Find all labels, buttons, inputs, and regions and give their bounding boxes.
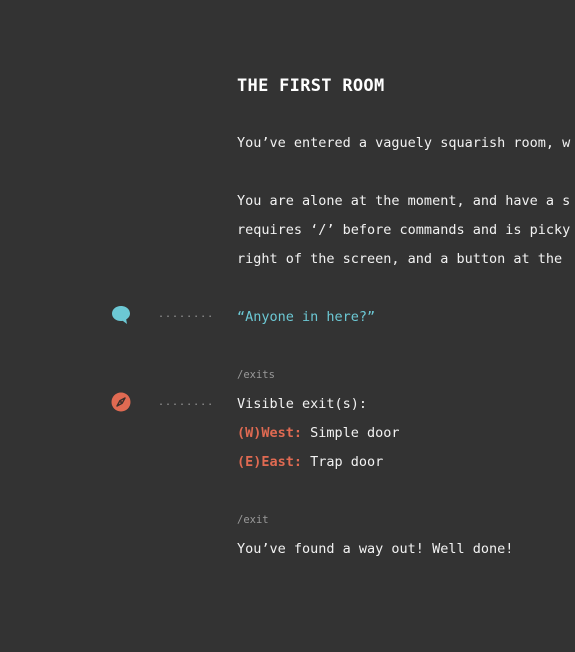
exit-item-east: (E)East: Trap door (237, 453, 383, 471)
room-description-line: right of the screen, and a button at the (237, 251, 563, 267)
room-title: THE FIRST ROOM (237, 76, 385, 96)
room-description-line: You’ve entered a vaguely squarish room, … (237, 135, 571, 151)
exit-description: Trap door (302, 454, 384, 470)
exit-key: (E)East: (237, 454, 303, 470)
exit-item-west: (W)West: Simple door (237, 424, 400, 442)
room-description-line: You are alone at the moment, and have a … (237, 193, 571, 209)
exits-heading: Visible exit(s): (237, 396, 368, 412)
timeline-dots: ........ (158, 309, 215, 320)
exit-description: Simple door (302, 425, 400, 441)
exit-message: You’ve found a way out! Well done! (237, 541, 514, 557)
command-echo: /exits (237, 369, 275, 381)
speech-text: “Anyone in here?” (237, 309, 376, 325)
compass-icon (111, 392, 131, 412)
timeline-dots: ........ (158, 397, 215, 408)
command-echo: /exit (237, 514, 269, 526)
game-log: THE FIRST ROOM You’ve entered a vaguely … (0, 0, 575, 652)
speech-bubble-icon (112, 306, 130, 324)
room-description-line: requires ‘/’ before commands and is pick… (237, 222, 571, 238)
exit-key: (W)West: (237, 425, 303, 441)
